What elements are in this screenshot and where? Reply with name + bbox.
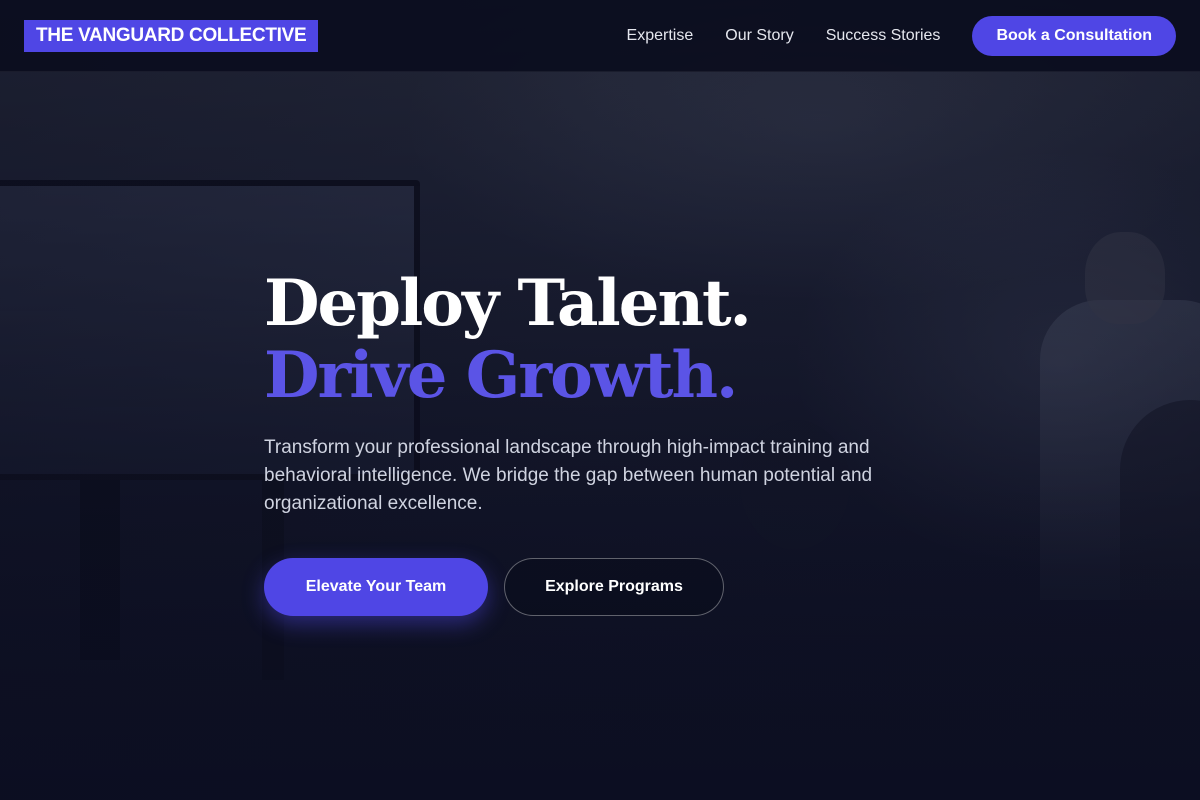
elevate-team-button[interactable]: Elevate Your Team bbox=[264, 558, 488, 616]
headline-line-2: Drive Growth. bbox=[264, 338, 738, 413]
hero-actions: Elevate Your Team Explore Programs bbox=[264, 558, 964, 616]
hero-description: Transform your professional landscape th… bbox=[264, 437, 873, 514]
explore-programs-button[interactable]: Explore Programs bbox=[504, 558, 724, 616]
main-nav: Expertise Our Story Success Stories Book… bbox=[627, 15, 1176, 56]
headline-line-1: Deploy Talent. bbox=[264, 266, 752, 341]
hero-section: Deploy Talent. Drive Growth. Transform y… bbox=[264, 268, 964, 616]
nav-link-success-stories[interactable]: Success Stories bbox=[826, 27, 941, 45]
nav-link-our-story[interactable]: Our Story bbox=[725, 27, 793, 45]
book-consultation-button[interactable]: Book a Consultation bbox=[972, 15, 1176, 56]
site-logo[interactable]: THE VANGUARD COLLECTIVE bbox=[24, 19, 319, 52]
site-header: THE VANGUARD COLLECTIVE Expertise Our St… bbox=[0, 0, 1200, 72]
nav-link-expertise[interactable]: Expertise bbox=[627, 27, 694, 45]
hero-headline: Deploy Talent. Drive Growth. bbox=[264, 268, 964, 412]
landing-page: THE VANGUARD COLLECTIVE Expertise Our St… bbox=[0, 0, 1200, 800]
